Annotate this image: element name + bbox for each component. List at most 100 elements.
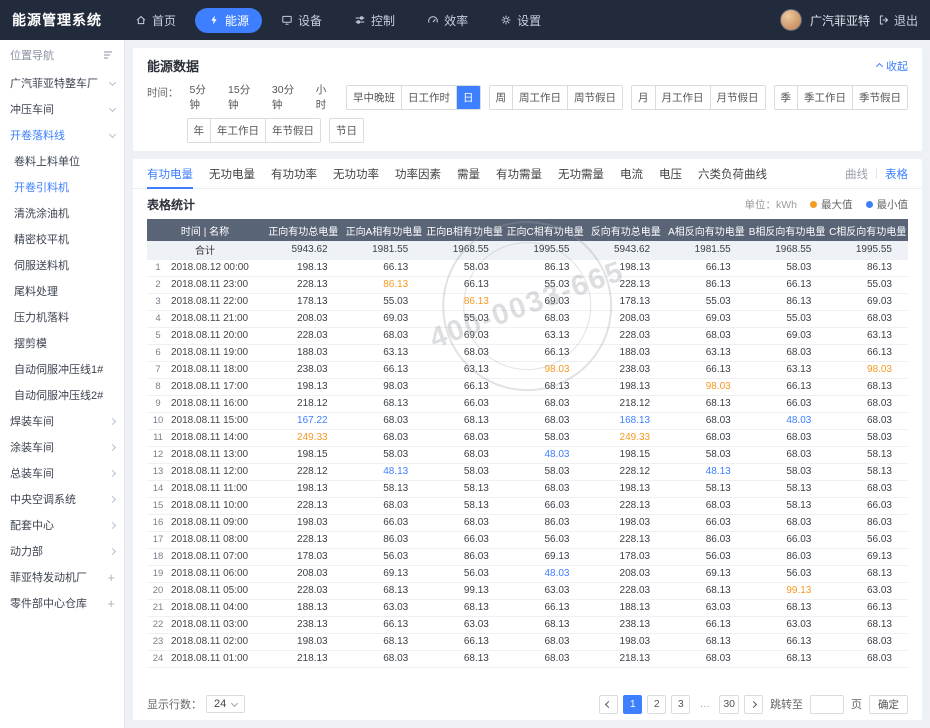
sidebar-item[interactable]: 动力部: [0, 538, 124, 564]
time-option[interactable]: 早中晚班: [347, 86, 401, 109]
value-cell: 66.13: [344, 259, 425, 276]
table-header-row: 时间 | 名称正向有功总电量正向A相有功电量正向B相有功电量正向C相有功电量反向…: [147, 219, 908, 241]
value-cell: 63.13: [747, 361, 828, 378]
time-option[interactable]: 日工作时: [401, 86, 456, 109]
time-option[interactable]: 30分钟: [269, 82, 305, 112]
avatar[interactable]: [780, 9, 802, 31]
page-button[interactable]: 3: [671, 695, 690, 714]
view-toggle: 曲线 表格: [845, 166, 908, 182]
time-option[interactable]: 周: [490, 86, 513, 109]
page-button[interactable]: 2: [647, 695, 666, 714]
value-cell: 55.03: [344, 293, 425, 310]
sidebar-item[interactable]: 压力机落料: [0, 304, 124, 330]
sidebar-item[interactable]: 卷料上料单位: [0, 148, 124, 174]
time-option[interactable]: 周工作日: [512, 86, 567, 109]
time-option[interactable]: 周节假日: [567, 86, 622, 109]
sidebar-item[interactable]: 自动伺服冲压线2#: [0, 382, 124, 408]
metric-tab[interactable]: 无功电量: [209, 159, 255, 188]
sidebar-item[interactable]: 精密校平机: [0, 226, 124, 252]
nav-item-device[interactable]: 设备: [268, 8, 335, 33]
time-option[interactable]: 年节假日: [265, 119, 320, 142]
metric-tab[interactable]: 有功功率: [271, 159, 317, 188]
sidebar-item[interactable]: 中央空调系统: [0, 486, 124, 512]
row-time: 2018.08.11 05:00: [169, 582, 263, 599]
nav-item-label: 能源: [225, 12, 249, 29]
time-option[interactable]: 年: [188, 119, 211, 142]
time-option[interactable]: 季工作日: [797, 86, 852, 109]
total-cell: 5943.62: [263, 241, 344, 259]
nav-item-control[interactable]: 控制: [341, 8, 408, 33]
sidebar-item[interactable]: 自动伺服冲压线1#: [0, 356, 124, 382]
value-cell: 68.13: [344, 582, 425, 599]
row-index: 9: [147, 395, 169, 412]
tree-collapse-icon[interactable]: [102, 49, 114, 61]
metric-tab[interactable]: 有功电量: [147, 159, 193, 188]
time-option[interactable]: 月节假日: [710, 86, 765, 109]
time-option[interactable]: 季节假日: [852, 86, 907, 109]
collapse-button[interactable]: 收起: [877, 58, 908, 74]
metric-tab[interactable]: 六类负荷曲线: [698, 159, 767, 188]
metric-tab[interactable]: 需量: [457, 159, 480, 188]
time-option[interactable]: 月工作日: [655, 86, 710, 109]
sidebar-item[interactable]: 开卷落料线: [0, 122, 124, 148]
app-title: 能源管理系统: [0, 10, 122, 30]
value-cell: 68.03: [666, 650, 747, 667]
time-option[interactable]: 5分钟: [187, 82, 218, 112]
time-option[interactable]: 日: [456, 86, 480, 109]
table-row: 192018.08.11 06:00208.0369.1356.0348.032…: [147, 565, 908, 582]
time-option[interactable]: 季: [775, 86, 798, 109]
value-cell: 68.03: [344, 412, 425, 429]
nav-item-settings[interactable]: 设置: [487, 8, 554, 33]
value-cell: 228.03: [586, 582, 667, 599]
column-header: 正向A相有功电量: [344, 219, 425, 241]
nav-item-home[interactable]: 首页: [122, 8, 189, 33]
time-option[interactable]: 节日: [330, 119, 363, 142]
row-time: 2018.08.11 22:00: [169, 293, 263, 310]
nav-item-efficiency[interactable]: 效率: [414, 8, 481, 33]
table-row: 32018.08.11 22:00178.1355.0386.1369.0317…: [147, 293, 908, 310]
legend: 单位：kWh最大值最小值: [745, 197, 909, 212]
sidebar-item[interactable]: 涂装车间: [0, 434, 124, 460]
metric-tab[interactable]: 功率因素: [395, 159, 441, 188]
legend-dot: [810, 201, 817, 208]
sidebar-item[interactable]: 焊装车间: [0, 408, 124, 434]
sidebar-item[interactable]: 总装车间: [0, 460, 124, 486]
nav-item-energy[interactable]: 能源: [195, 8, 262, 33]
table-row: 22018.08.11 23:00228.1386.1366.1355.0322…: [147, 276, 908, 293]
sidebar-item[interactable]: 配套中心: [0, 512, 124, 538]
rows-per-page-select[interactable]: 24: [206, 695, 245, 713]
prev-page-button[interactable]: [599, 695, 618, 714]
sidebar-item[interactable]: 广汽菲亚特整车厂: [0, 70, 124, 96]
time-option[interactable]: 15分钟: [225, 82, 261, 112]
page-button[interactable]: 1: [623, 695, 642, 714]
sidebar-item[interactable]: 清洗涂油机: [0, 200, 124, 226]
sidebar-item[interactable]: 尾料处理: [0, 278, 124, 304]
metric-tab[interactable]: 电流: [620, 159, 643, 188]
sidebar-item[interactable]: 开卷引料机: [0, 174, 124, 200]
time-option[interactable]: 小时: [313, 82, 338, 112]
next-page-button[interactable]: [744, 695, 763, 714]
sidebar-item[interactable]: 伺服送料机: [0, 252, 124, 278]
sidebar-item[interactable]: 摆剪模: [0, 330, 124, 356]
sidebar-item[interactable]: 菲亚特发动机厂+: [0, 564, 124, 590]
view-option-curve[interactable]: 曲线: [845, 166, 868, 182]
sidebar-item[interactable]: 零件部中心仓库+: [0, 590, 124, 616]
logout-button[interactable]: 退出: [878, 12, 918, 29]
page-button[interactable]: 30: [719, 695, 739, 714]
sidebar-item[interactable]: 冲压车间: [0, 96, 124, 122]
metric-tab[interactable]: 无功功率: [333, 159, 379, 188]
view-option-table[interactable]: 表格: [885, 166, 908, 182]
sidebar-item-label: 精密校平机: [14, 231, 69, 247]
metric-tab[interactable]: 电压: [659, 159, 682, 188]
time-option[interactable]: 年工作日: [210, 119, 265, 142]
jump-page-input[interactable]: [810, 695, 844, 714]
value-cell: 228.12: [586, 463, 667, 480]
metric-tab[interactable]: 有功需量: [496, 159, 542, 188]
value-cell: 68.03: [505, 650, 586, 667]
time-option[interactable]: 月: [632, 86, 655, 109]
metric-tab[interactable]: 无功需量: [558, 159, 604, 188]
row-index: 23: [147, 633, 169, 650]
value-cell: 58.03: [344, 446, 425, 463]
value-cell: 238.03: [263, 361, 344, 378]
confirm-button[interactable]: 确定: [869, 695, 908, 714]
